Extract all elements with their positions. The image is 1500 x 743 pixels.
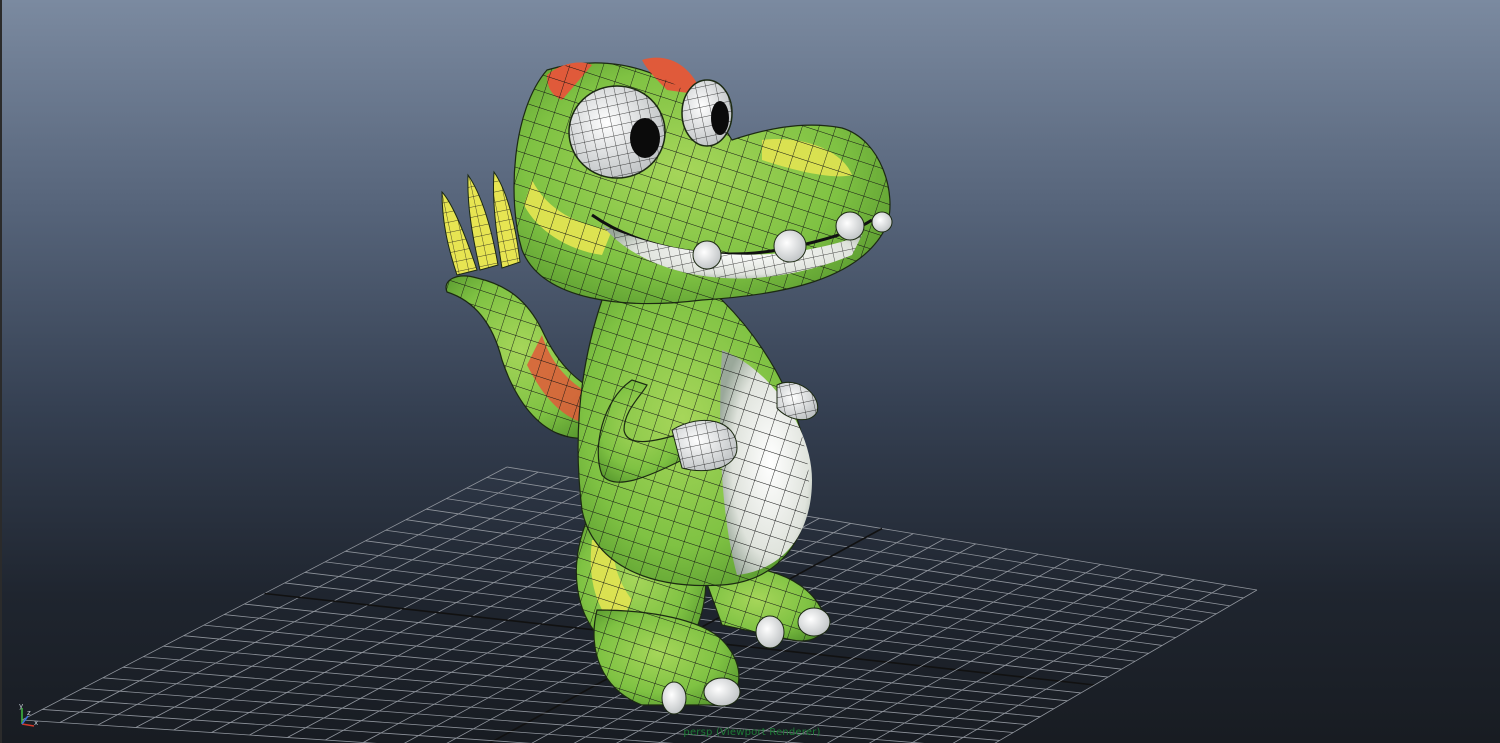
axis-label-y: y	[19, 702, 23, 710]
dinosaur-model[interactable]	[441, 57, 893, 715]
dinosaur-eye-right	[681, 79, 733, 147]
axis-label-z: z	[27, 709, 31, 717]
grid-line	[868, 574, 1164, 743]
viewport-scene[interactable]	[2, 0, 1500, 743]
grid-line	[163, 645, 1027, 725]
grid-line	[910, 579, 1195, 743]
3d-viewport[interactable]: y x z persp (Viewport Renderer)	[0, 0, 1500, 743]
camera-label: persp (Viewport Renderer)	[683, 727, 821, 738]
axis-label-x: x	[34, 719, 38, 727]
dinosaur-eye-left	[568, 85, 666, 179]
dinosaur-head	[513, 57, 893, 305]
grid-line	[952, 584, 1226, 743]
grid-line	[143, 656, 1014, 733]
